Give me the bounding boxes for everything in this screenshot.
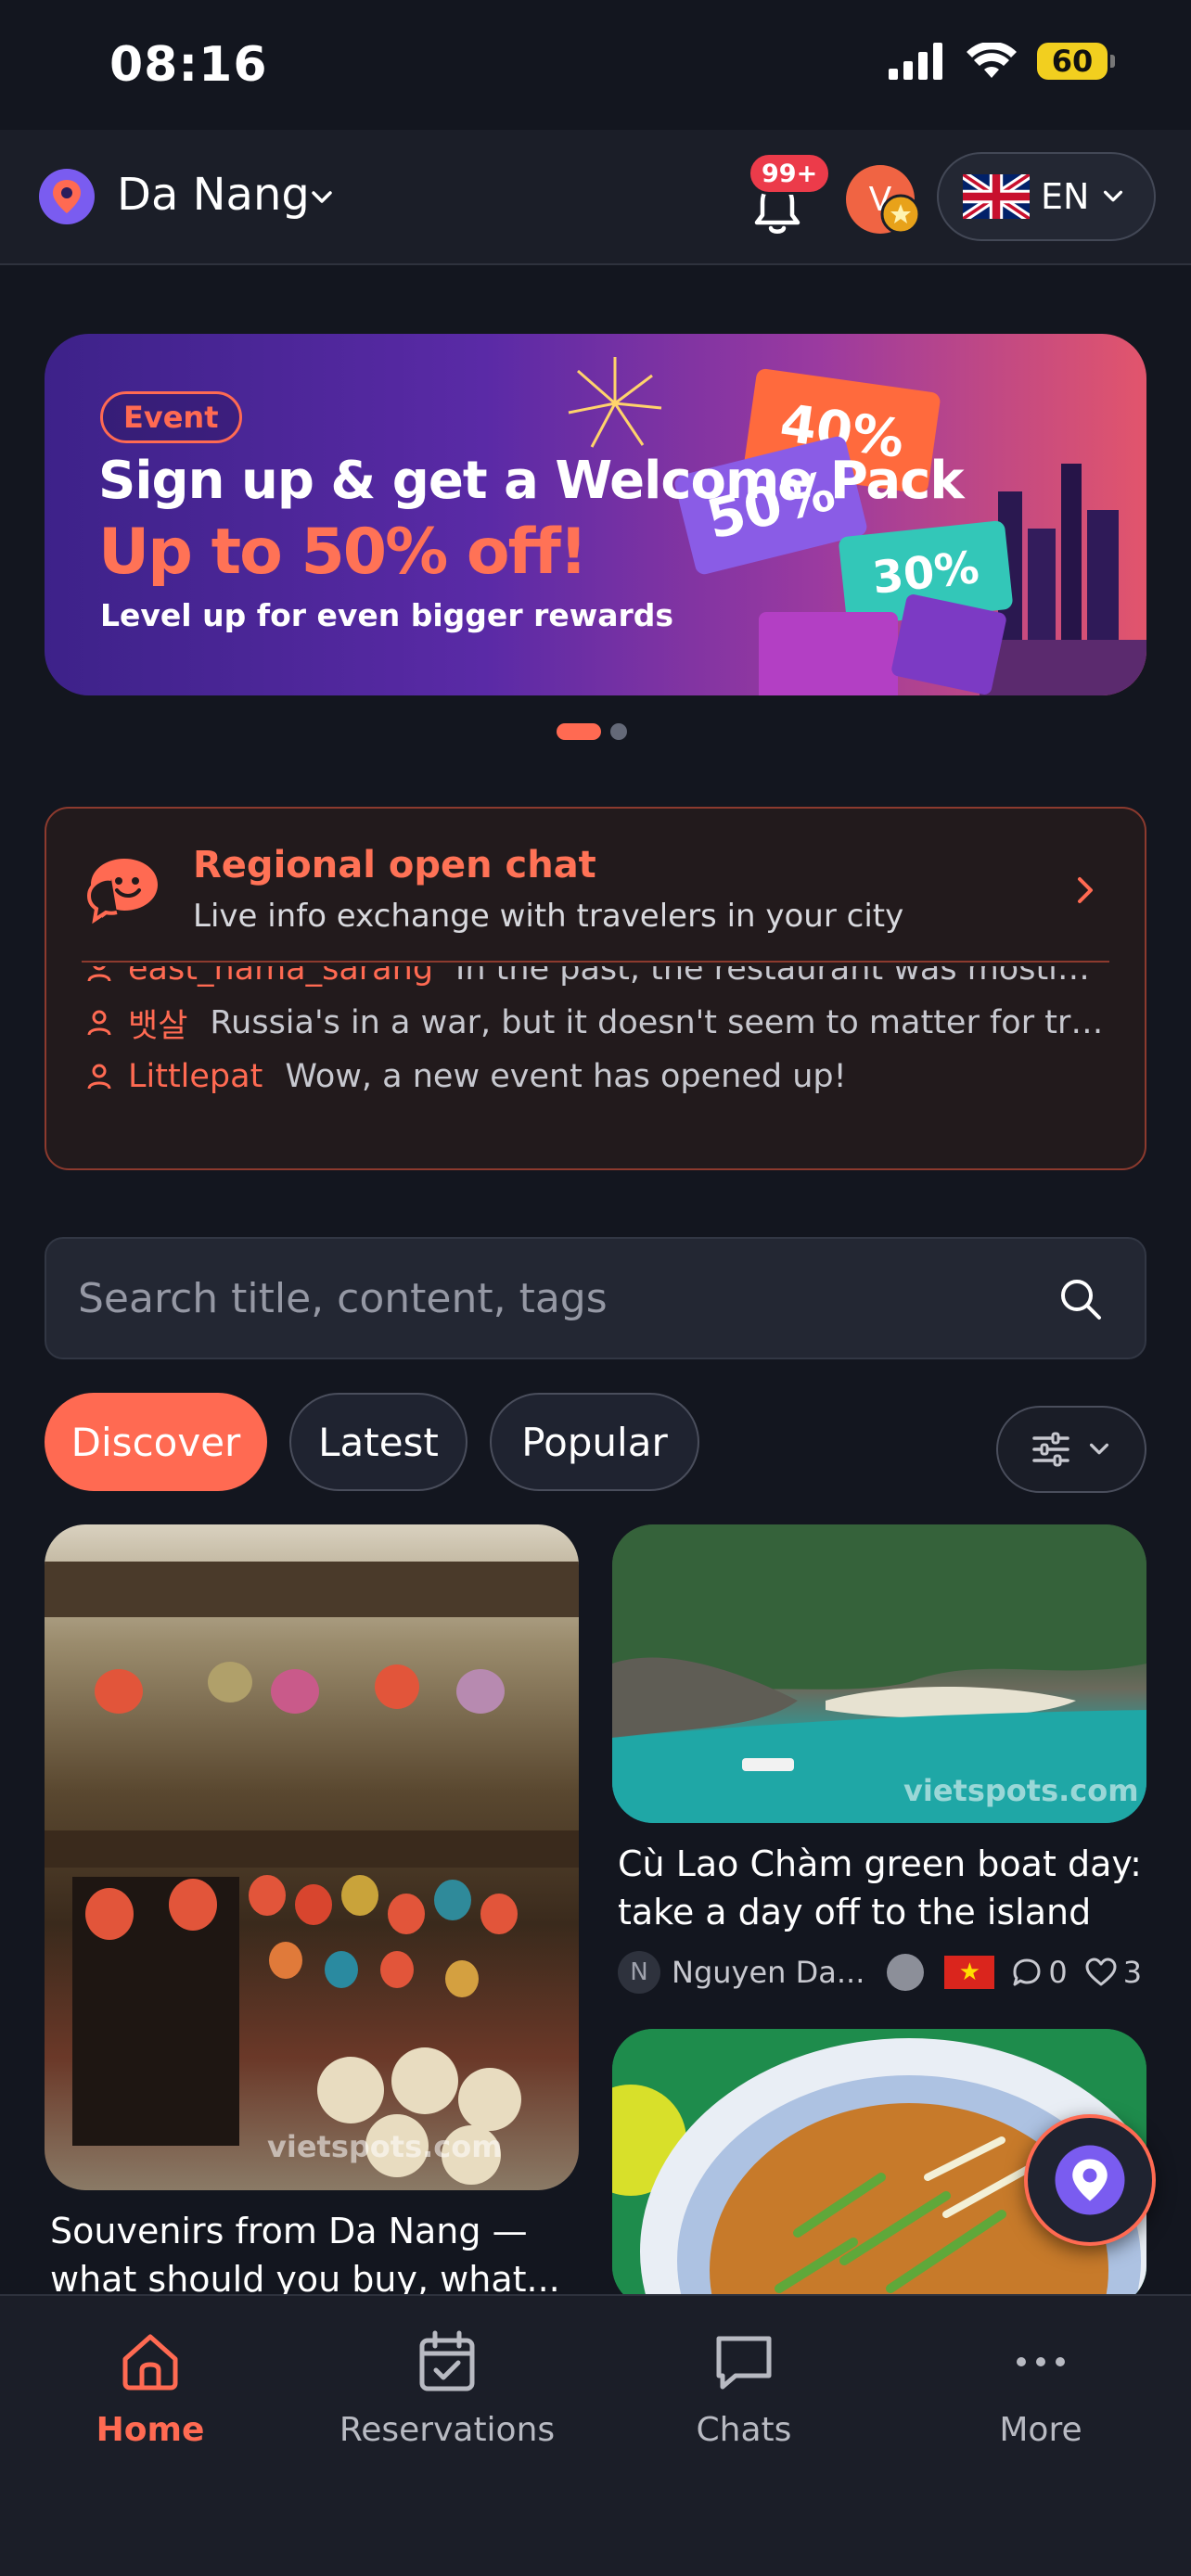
vietnam-flag-icon: ★ <box>944 1956 995 1989</box>
nav-home[interactable]: Home <box>30 2329 271 2449</box>
language-selector[interactable]: EN <box>937 152 1156 241</box>
firework-icon <box>568 357 662 448</box>
chat-username: east_nama_sarang <box>128 966 434 988</box>
like-count: 3 <box>1084 1955 1142 1990</box>
chevron-down-icon <box>1104 190 1123 202</box>
comment-count-value: 0 <box>1048 1955 1068 1990</box>
chat-username: 뱃살 <box>128 1007 188 1045</box>
chat-message-list: east_nama_sarang In the past, the restau… <box>85 966 1108 1161</box>
like-count-value: 3 <box>1122 1955 1143 1990</box>
carousel-indicator <box>557 723 627 740</box>
person-icon <box>87 966 111 982</box>
promo-banner[interactable]: 40% 50% 30% Event Sign up & get a Welcom… <box>45 334 1146 695</box>
status-time: 08:16 <box>109 37 268 93</box>
watermark: vietspots.com <box>267 2129 503 2164</box>
event-tag: Event <box>100 391 242 443</box>
banner-subtitle: Level up for even bigger rewards <box>100 597 674 633</box>
city-selector[interactable]: Da Nang <box>117 169 310 221</box>
post-title[interactable]: Souvenirs from Da Nang — what should you… <box>50 2207 579 2303</box>
chat-text: In the past, the restaurant was mostly K… <box>455 966 1108 988</box>
carousel-dot[interactable] <box>610 723 627 740</box>
chevron-down-icon[interactable] <box>308 184 336 211</box>
chevron-down-icon <box>1089 1443 1109 1455</box>
language-label: EN <box>1041 176 1090 217</box>
carousel-dot-active[interactable] <box>557 723 601 740</box>
notification-badge: 99+ <box>748 152 832 195</box>
comment-icon <box>1013 1958 1041 1986</box>
person-icon <box>87 1010 111 1036</box>
gift-box-illustration <box>759 612 898 695</box>
status-indicators: 60 <box>889 43 1115 80</box>
nav-label: More <box>999 2411 1082 2449</box>
chat-message[interactable]: 뱃살 Russia's in a war, but it doesn't see… <box>85 996 1108 1050</box>
chevron-right-icon[interactable] <box>1070 872 1100 909</box>
uk-flag-icon <box>963 174 1030 219</box>
lantern-shop-illustration <box>45 1562 579 2185</box>
divider <box>82 961 1109 963</box>
badge-icon <box>887 1954 925 1991</box>
post-image-island[interactable]: vietspots.com <box>612 1524 1146 1823</box>
watermark: vietspots.com <box>903 1773 1139 1808</box>
post-image-souvenir-shop[interactable]: vietspots.com <box>45 1524 579 2190</box>
banner-title: Sign up & get a Welcome Pack <box>98 451 965 511</box>
filter-button[interactable] <box>996 1406 1146 1493</box>
open-chat-title: Regional open chat <box>193 844 596 886</box>
calendar-icon <box>419 2330 475 2391</box>
wifi-icon <box>967 43 1017 78</box>
comment-count: 0 <box>1011 1955 1068 1990</box>
post-meta: N Nguyen Da... ★ 0 3 <box>618 1951 1142 1994</box>
search-icon[interactable] <box>1057 1276 1104 1322</box>
chat-text: Wow, a new event has opened up! <box>285 1058 847 1095</box>
author-avatar[interactable]: N <box>618 1951 660 1994</box>
nav-more[interactable]: More <box>920 2329 1161 2449</box>
search-input[interactable] <box>78 1239 1005 1358</box>
tab-popular[interactable]: Popular <box>490 1393 699 1491</box>
tab-discover[interactable]: Discover <box>45 1393 267 1491</box>
search-bar <box>45 1237 1146 1359</box>
tab-latest[interactable]: Latest <box>289 1393 467 1491</box>
nav-label: Home <box>96 2411 205 2449</box>
location-pin-icon <box>1055 2145 1125 2215</box>
nav-label: Chats <box>696 2411 792 2449</box>
app-header: Da Nang 99+ V EN <box>0 130 1191 265</box>
bottom-navigation: Home Reservations Chats More <box>0 2294 1191 2576</box>
banner-headline: Up to 50% off! <box>98 516 588 589</box>
nav-reservations[interactable]: Reservations <box>327 2329 568 2449</box>
chat-text: Russia's in a war, but it doesn't seem t… <box>210 1004 1108 1041</box>
map-fab-button[interactable] <box>1024 2114 1156 2246</box>
open-chat-subtitle: Live info exchange with travelers in you… <box>193 898 904 935</box>
chat-username: Littlepat <box>128 1058 263 1095</box>
post-title[interactable]: Cù Lao Chàm green boat day: take a day o… <box>618 1840 1146 1936</box>
person-icon <box>87 1064 111 1090</box>
heart-icon[interactable] <box>1084 1957 1118 1988</box>
nav-chats[interactable]: Chats <box>623 2329 864 2449</box>
chat-bubble-icon <box>716 2336 772 2390</box>
regional-open-chat-card[interactable]: Regional open chat Live info exchange wi… <box>45 807 1146 1170</box>
author-name[interactable]: Nguyen Da... <box>672 1955 864 1990</box>
chat-smile-icon <box>86 859 158 925</box>
home-icon <box>122 2334 178 2391</box>
location-pin-icon[interactable] <box>37 167 96 226</box>
sliders-icon <box>1032 1432 1069 1467</box>
battery-icon: 60 <box>1037 43 1115 80</box>
signal-icon <box>889 43 942 80</box>
medal-icon <box>880 194 921 235</box>
status-bar: 08:16 60 <box>0 0 1191 130</box>
chat-message[interactable]: Littlepat Wow, a new event has opened up… <box>85 1050 1108 1103</box>
chat-message[interactable]: east_nama_sarang In the past, the restau… <box>85 966 1108 996</box>
battery-level: 60 <box>1037 43 1108 80</box>
more-dots-icon <box>1017 2357 1065 2366</box>
nav-label: Reservations <box>339 2411 556 2449</box>
